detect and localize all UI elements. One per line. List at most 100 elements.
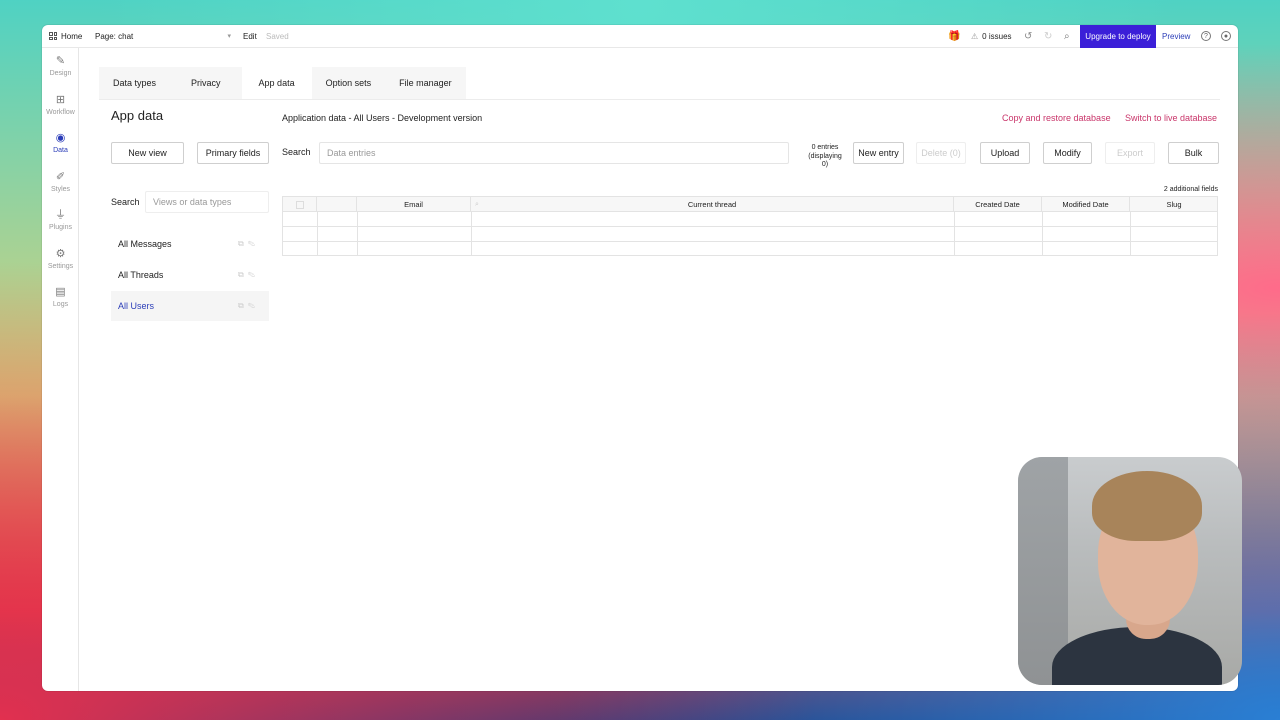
new-entry-button[interactable]: New entry	[853, 142, 904, 164]
brush-icon: ✐	[55, 171, 66, 183]
types-search-label: Search	[111, 197, 140, 207]
column-divider	[357, 212, 358, 255]
column-divider	[317, 212, 318, 255]
upload-button[interactable]: Upload	[980, 142, 1030, 164]
select-all-checkbox[interactable]	[295, 200, 304, 209]
list-item-all-users[interactable]: All Users ⧉✎	[111, 291, 269, 321]
column-header-created-date[interactable]: Created Date	[954, 197, 1042, 212]
new-view-button[interactable]: New view	[111, 142, 184, 164]
column-divider	[1130, 212, 1131, 255]
page-selector[interactable]: Page: chat ▾	[95, 32, 231, 41]
design-icon: ✎	[55, 55, 66, 67]
column-label: Created Date	[975, 200, 1020, 209]
issues-label: 0 issues	[982, 31, 1012, 41]
help-icon[interactable]: ?	[1201, 31, 1211, 41]
types-search-placeholder: Views or data types	[153, 197, 232, 207]
entries-line: (displaying	[808, 152, 842, 160]
column-header-slug[interactable]: Slug	[1130, 197, 1218, 212]
home-label: Home	[61, 31, 83, 41]
workflow-icon: ⊞	[55, 94, 66, 106]
entries-count: 0 entries (displaying 0)	[807, 144, 843, 170]
sidebar-item-data[interactable]: ◉ Data	[42, 133, 79, 155]
gift-icon[interactable]: 🎁	[948, 31, 960, 42]
column-label: Current thread	[687, 200, 737, 209]
table-row-divider	[283, 226, 1217, 227]
search-icon[interactable]: ⌕	[1064, 31, 1070, 42]
sidebar-item-settings[interactable]: ⚙ Settings	[42, 248, 79, 271]
column-header-modified-date[interactable]: Modified Date	[1042, 197, 1130, 212]
sidebar-item-workflow[interactable]: ⊞ Workflow	[42, 94, 79, 117]
column-divider	[954, 212, 955, 255]
types-search-input[interactable]: Views or data types	[145, 191, 269, 213]
sidebar-item-design[interactable]: ✎ Design	[42, 55, 79, 78]
column-header-email[interactable]: Email	[357, 197, 471, 212]
tab-data-types[interactable]: Data types	[99, 67, 171, 99]
account-icon[interactable]: ●	[1221, 31, 1231, 41]
column-divider	[471, 212, 472, 255]
sidebar-label: Settings	[47, 263, 74, 270]
edit-menu[interactable]: Edit	[243, 32, 257, 41]
sidebar-item-logs[interactable]: ▤ Logs	[42, 287, 79, 309]
tab-privacy[interactable]: Privacy	[170, 67, 242, 99]
entries-search-label: Search	[282, 147, 311, 157]
list-item-all-threads[interactable]: All Threads ⧉✎	[111, 260, 269, 290]
copy-edit-icons[interactable]: ⧉✎	[238, 270, 259, 280]
column-header-current-thread[interactable]: ⌕ Current thread	[471, 197, 954, 212]
search-icon: ⌕	[475, 200, 479, 208]
top-bar: Home Page: chat ▾ Edit Saved 🎁 ⚠ 0 issue…	[42, 25, 1238, 48]
copy-edit-icons[interactable]: ⧉✎	[238, 301, 259, 311]
upgrade-to-deploy-button[interactable]: Upgrade to deploy	[1080, 25, 1156, 48]
column-divider	[1042, 212, 1043, 255]
preview-label: Preview	[1162, 31, 1191, 41]
column-label: Modified Date	[1062, 200, 1109, 209]
issues-indicator[interactable]: ⚠ 0 issues	[971, 32, 1012, 41]
column-label: Email	[404, 200, 423, 209]
bulk-button[interactable]: Bulk	[1168, 142, 1219, 164]
copy-restore-link[interactable]: Copy and restore database	[1002, 113, 1111, 123]
tab-file-manager[interactable]: File manager	[385, 67, 466, 99]
sidebar-label: Logs	[52, 301, 69, 308]
edit-label: Edit	[243, 31, 257, 41]
tabs-divider	[99, 99, 1220, 100]
additional-fields-link[interactable]: 2 additional fields	[1164, 186, 1218, 193]
entries-search-input[interactable]: Data entries	[319, 142, 789, 164]
list-item-all-messages[interactable]: All Messages ⧉✎	[111, 229, 269, 259]
tab-app-data[interactable]: App data	[241, 67, 312, 99]
type-label: All Users	[118, 301, 155, 311]
undo-icon[interactable]: ↺	[1024, 31, 1032, 42]
gear-icon: ⚙	[55, 248, 66, 260]
copy-edit-icons[interactable]: ⧉✎	[238, 239, 259, 249]
presenter-hair	[1092, 471, 1202, 541]
saved-status: Saved	[266, 32, 289, 41]
warning-icon: ⚠	[971, 31, 979, 41]
tab-option-sets[interactable]: Option sets	[311, 67, 386, 99]
data-view-subtitle: Application data - All Users - Developme…	[282, 113, 483, 123]
home-button[interactable]: Home	[49, 32, 82, 41]
redo-icon[interactable]: ↻	[1044, 31, 1052, 42]
sidebar-label: Plugins	[49, 224, 72, 231]
table-header: Email ⌕ Current thread Created Date Modi…	[283, 197, 1217, 212]
table-row-divider	[283, 241, 1217, 242]
edit-column-header	[317, 197, 357, 212]
sidebar-label: Data	[53, 147, 68, 154]
select-all-cell	[283, 197, 317, 212]
plug-icon: ⏚	[55, 209, 66, 221]
sidebar-label: Styles	[50, 186, 71, 193]
type-label: All Threads	[118, 270, 164, 280]
export-button[interactable]: Export	[1105, 142, 1155, 164]
sidebar-item-styles[interactable]: ✐ Styles	[42, 171, 79, 194]
modify-button[interactable]: Modify	[1043, 142, 1092, 164]
sidebar-item-plugins[interactable]: ⏚ Plugins	[42, 209, 79, 232]
sidebar-label: Workflow	[46, 109, 75, 116]
preview-button[interactable]: Preview	[1162, 32, 1190, 41]
switch-live-link[interactable]: Switch to live database	[1125, 113, 1217, 123]
entries-line: 0 entries	[811, 144, 839, 151]
page-label: Page: chat	[95, 31, 134, 41]
delete-button[interactable]: Delete (0)	[916, 142, 966, 164]
left-sidebar: ✎ Design ⊞ Workflow ◉ Data ✐ Styles ⏚ Pl…	[42, 48, 79, 691]
primary-fields-button[interactable]: Primary fields	[197, 142, 269, 164]
type-label: All Messages	[118, 239, 172, 249]
entries-line: 0)	[821, 161, 829, 168]
grid-icon	[49, 32, 57, 40]
data-tabs: Data types Privacy App data Option sets …	[99, 67, 466, 99]
